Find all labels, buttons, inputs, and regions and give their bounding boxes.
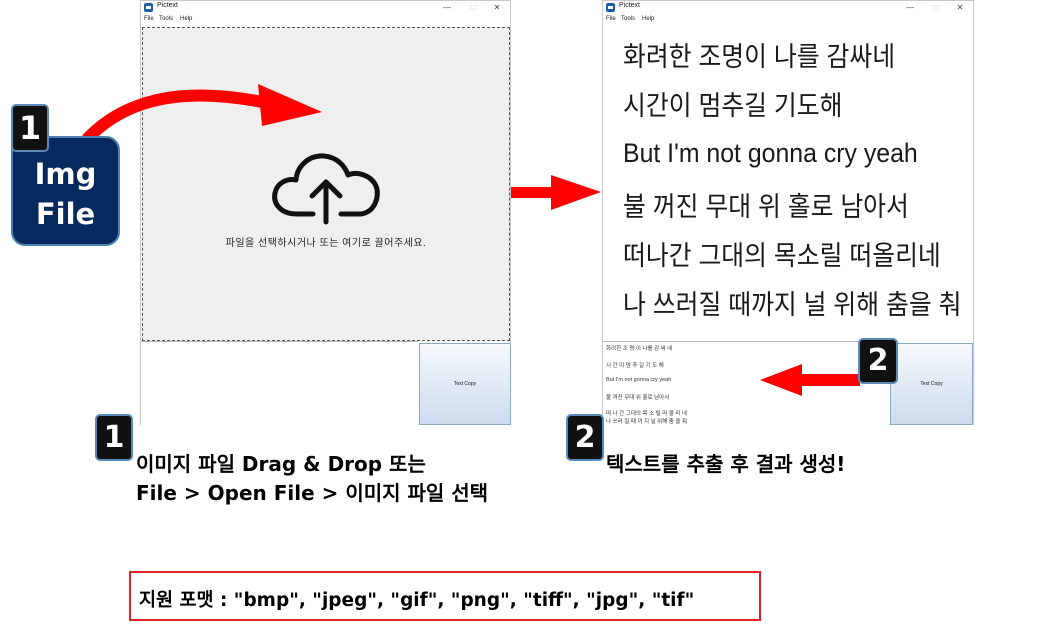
annotation-arrows bbox=[82, 84, 860, 396]
img-file-line2: File bbox=[35, 197, 96, 231]
caption-badge-2: 2 bbox=[566, 414, 604, 461]
caption-badge-1: 1 bbox=[95, 414, 133, 461]
step1-caption-line2: File > Open File > 이미지 파일 선택 bbox=[136, 481, 489, 505]
img-file-line1: Img bbox=[34, 157, 97, 191]
left-arrow-shaft-icon bbox=[800, 374, 860, 386]
step1-caption-line1: 이미지 파일 Drag & Drop 또는 bbox=[136, 452, 426, 476]
left-arrow-head-icon bbox=[760, 364, 802, 396]
curved-arrow-head-icon bbox=[258, 84, 322, 126]
right-arrow-shaft-icon bbox=[511, 187, 553, 198]
supported-formats-text: 지원 포맷 : "bmp", "jpeg", "gif", "png", "ti… bbox=[139, 590, 695, 611]
step-badge-2: 2 bbox=[858, 338, 898, 384]
img-file-label: Img File bbox=[11, 136, 120, 246]
right-arrow-head-icon bbox=[551, 175, 601, 210]
step2-caption: 텍스트를 추출 후 결과 생성! bbox=[606, 452, 846, 476]
step-badge-1: 1 bbox=[11, 104, 49, 152]
supported-formats-box: 지원 포맷 : "bmp", "jpeg", "gif", "png", "ti… bbox=[129, 571, 761, 621]
curved-arrow-icon bbox=[82, 89, 268, 144]
